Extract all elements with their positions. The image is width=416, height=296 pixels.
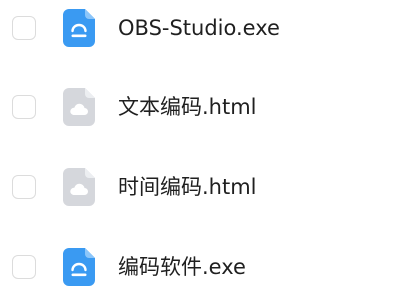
file-name[interactable]: 时间编码.html: [118, 171, 257, 203]
exe-file-icon: [63, 9, 95, 47]
file-name[interactable]: OBS-Studio.exe: [118, 12, 280, 44]
file-row-obs-studio[interactable]: OBS-Studio.exe: [0, 2, 416, 58]
file-list: OBS-Studio.exe 文本编码.html 时间编码.html 编码软件.…: [0, 0, 416, 296]
file-checkbox[interactable]: [12, 255, 36, 279]
html-cloud-file-icon: [63, 168, 95, 206]
html-cloud-file-icon: [63, 88, 95, 126]
file-name[interactable]: 文本编码.html: [118, 91, 257, 123]
file-checkbox[interactable]: [12, 16, 36, 40]
exe-file-icon: [63, 248, 95, 286]
file-row-time-encoding[interactable]: 时间编码.html: [0, 161, 416, 217]
file-checkbox[interactable]: [12, 175, 36, 199]
file-row-encoding-software[interactable]: 编码软件.exe: [0, 241, 416, 296]
file-checkbox[interactable]: [12, 95, 36, 119]
file-row-text-encoding[interactable]: 文本编码.html: [0, 81, 416, 137]
file-name[interactable]: 编码软件.exe: [118, 251, 246, 283]
